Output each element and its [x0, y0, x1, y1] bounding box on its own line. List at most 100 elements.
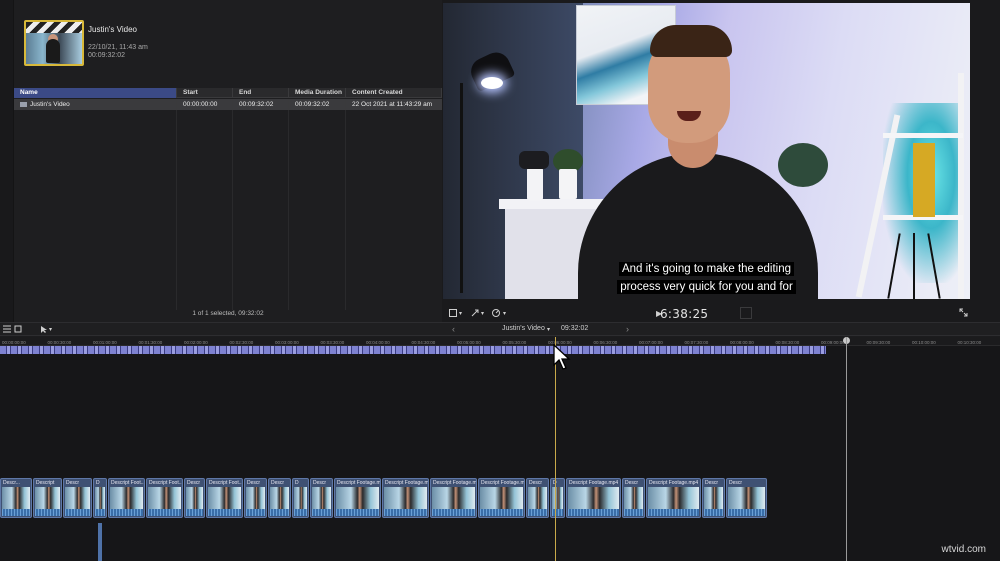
end-marker: [846, 337, 847, 561]
clip-filmstrip: [528, 487, 547, 509]
speed-icon[interactable]: [491, 308, 501, 320]
clip-filmstrip: [35, 487, 60, 509]
timeline-clip[interactable]: Descr: [622, 478, 645, 518]
timeline-clip[interactable]: Descr: [184, 478, 205, 518]
clip-audio-waveform: [110, 509, 143, 516]
timeline-clip[interactable]: Descr: [702, 478, 725, 518]
playhead[interactable]: [555, 337, 556, 561]
clip-filmstrip: [246, 487, 265, 509]
trim-icon[interactable]: [470, 308, 480, 320]
clip-appearance-icon[interactable]: [14, 325, 22, 335]
caption-lane[interactable]: [0, 346, 826, 354]
clip-audio-waveform: [294, 509, 307, 516]
clip-label: Descript Footage.mp4: [433, 480, 477, 486]
clip-label: Descript Foot...: [111, 480, 145, 486]
clip-audio-waveform: [95, 509, 105, 516]
timeline-clip[interactable]: Descript Footage.mp4: [382, 478, 429, 518]
timeline-index-icon[interactable]: [2, 325, 12, 335]
connected-clip[interactable]: [98, 523, 102, 561]
timeline-clip[interactable]: Descr: [726, 478, 767, 518]
timecode-display[interactable]: 6:38:25: [660, 307, 708, 321]
clip-audio-waveform: [312, 509, 331, 516]
timeline[interactable]: 00:00:00:00 00:00:30:00 00:01:00:00 00:01:3…: [0, 337, 1000, 561]
clip-filmstrip: [336, 487, 379, 509]
timeline-back-icon[interactable]: ‹: [452, 324, 455, 334]
ruler-tick: 00:01:30:00: [138, 340, 163, 345]
clip-filmstrip: [65, 487, 90, 509]
viewer-pane: And it's going to make the editing proce…: [442, 0, 1000, 322]
clip-filmstrip: [568, 487, 619, 509]
column-header-start[interactable]: Start: [177, 88, 233, 98]
timeline-clip[interactable]: Descript Foot...: [108, 478, 145, 518]
timeline-clip[interactable]: D: [93, 478, 107, 518]
vr-headset: [519, 151, 549, 169]
timeline-clip[interactable]: Descr: [63, 478, 92, 518]
clip-audio-waveform: [35, 509, 60, 516]
clip-label: Descr: [271, 480, 285, 486]
primary-storyline[interactable]: Descr... Descript Descr D Descript Foot... De…: [0, 478, 826, 518]
tool-menu-chevron-icon[interactable]: ▾: [49, 326, 52, 333]
timeline-menu-chevron-icon[interactable]: ▾: [547, 326, 550, 333]
timeline-clip[interactable]: Descr: [526, 478, 549, 518]
timeline-clip[interactable]: Descript Footage.mp4: [566, 478, 621, 518]
timeline-forward-icon[interactable]: ›: [626, 324, 629, 334]
timeline-clip[interactable]: D: [292, 478, 309, 518]
timeline-clip[interactable]: Descr: [310, 478, 333, 518]
clip-label: Descript Footage.mp4: [481, 480, 525, 486]
clip-filmstrip: [312, 487, 331, 509]
speed-menu-chevron-icon[interactable]: ▾: [503, 310, 506, 317]
ruler-tick: 00:09:00:00: [821, 340, 845, 345]
timeline-clip[interactable]: Descript Footage.mp4: [478, 478, 525, 518]
timeline-ruler[interactable]: 00:00:00:00 00:00:30:00 00:01:00:00 00:01:3…: [0, 337, 1000, 346]
clip-filmstrip: [624, 487, 643, 509]
clip-audio-waveform: [336, 509, 379, 516]
column-header-name[interactable]: Name: [14, 88, 177, 98]
timeline-clip[interactable]: D: [550, 478, 565, 518]
clip-audio-waveform: [704, 509, 723, 516]
timeline-clip[interactable]: Descript Footage.mp4: [430, 478, 477, 518]
clip-audio-waveform: [186, 509, 203, 516]
video-frame[interactable]: And it's going to make the editing proce…: [443, 3, 970, 299]
timeline-clip[interactable]: Descript Foot...: [206, 478, 243, 518]
subtitle-line-1: And it's going to make the editing: [443, 262, 970, 276]
clip-filmstrip: [148, 487, 181, 509]
timeline-clip[interactable]: Descr: [244, 478, 267, 518]
timeline-duration: 09:32:02: [561, 325, 589, 332]
clip-audio-waveform: [552, 509, 563, 516]
ruler-tick: 00:06:30:00: [593, 340, 618, 345]
table-row[interactable]: Justin's Video 00:00:00:00 00:09:32:02 0…: [14, 99, 442, 110]
fullscreen-icon[interactable]: [959, 308, 968, 319]
transform-icon[interactable]: [448, 308, 458, 320]
ruler-tick: 00:07:00:00: [639, 340, 663, 345]
row-media-duration: 00:09:32:02: [289, 99, 346, 110]
timeline-clip[interactable]: Descript Footage.mp4: [334, 478, 381, 518]
clip-label: Descr...: [3, 480, 20, 486]
column-header-content-created[interactable]: Content Created: [346, 88, 442, 98]
ruler-tick: 00:10:30:00: [957, 340, 982, 345]
clip-label: Descr: [729, 480, 743, 486]
timeline-name[interactable]: Justin's Video: [502, 325, 545, 332]
clip-filmstrip: [480, 487, 523, 509]
list-header: Name Start End Media Duration Content Cr…: [14, 88, 442, 98]
clip-label: Descr: [705, 480, 719, 486]
column-header-end[interactable]: End: [233, 88, 289, 98]
clip-filmstrip: [704, 487, 723, 509]
clip-filmstrip: [95, 487, 105, 509]
timeline-clip[interactable]: Descript: [33, 478, 62, 518]
column-header-media-duration[interactable]: Media Duration: [289, 88, 346, 98]
clip-audio-waveform: [568, 509, 619, 516]
clip-audio-waveform: [384, 509, 427, 516]
timeline-clip[interactable]: Descript Footage.mp4: [646, 478, 701, 518]
transform-menu-chevron-icon[interactable]: ▾: [459, 310, 462, 317]
timeline-clip[interactable]: Descr: [268, 478, 291, 518]
clip-label: Descr: [187, 480, 201, 486]
clip-thumbnail[interactable]: [24, 20, 84, 66]
trim-menu-chevron-icon[interactable]: ▾: [481, 310, 484, 317]
subtitle-line-2: process very quick for you and for: [443, 280, 970, 294]
timeline-clip[interactable]: Descr...: [0, 478, 32, 518]
ruler-tick: 00:02:30:00: [229, 340, 254, 345]
ruler-tick: 00:04:00:00: [366, 340, 390, 345]
browser-sidebar-collapsed: [0, 0, 14, 322]
select-tool-icon[interactable]: [40, 325, 48, 336]
timeline-clip[interactable]: Descript Foot...: [146, 478, 183, 518]
